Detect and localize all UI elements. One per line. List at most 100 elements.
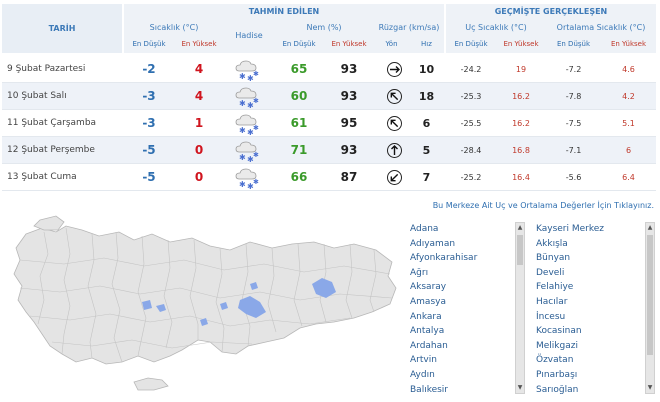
temp-min: -5 xyxy=(142,143,156,157)
table-row: 10 Şubat Salı -3 4 ✱ ✱ ✱ 60 93 18 -25.3 16.2 -7.8 4.… xyxy=(2,83,656,110)
history-ort-min: -7.2 xyxy=(565,65,582,74)
header-ort-max: En Yüksek xyxy=(610,40,647,48)
humidity-min: 66 xyxy=(290,170,308,184)
header-sic-min: En Düşük xyxy=(132,40,166,48)
province-item[interactable]: Ardahan xyxy=(410,339,477,354)
city-lists: Adana Adıyaman Afyonkarahisar Ağrı Aksaray Am… xyxy=(408,222,656,402)
header-tahmin: TAHMİN EDİLEN xyxy=(248,7,320,16)
header-ort-min: En Düşük xyxy=(556,40,591,48)
turkey-map[interactable] xyxy=(4,214,402,402)
temp-min: -3 xyxy=(142,116,156,130)
scroll-thumb[interactable] xyxy=(647,235,653,355)
district-scrollbar[interactable]: ▲ ▼ xyxy=(645,222,655,394)
humidity-min: 60 xyxy=(290,89,308,103)
scroll-thumb[interactable] xyxy=(517,235,523,265)
humidity-max: 93 xyxy=(340,89,358,103)
table-row: 9 Şubat Pazartesi -2 4 ✱ ✱ ✱ 65 93 10 -24.2 19 -7.2… xyxy=(2,56,656,83)
day-label: 10 Şubat Salı xyxy=(7,91,67,101)
district-item[interactable]: Akkışla xyxy=(536,237,604,252)
province-scrollbar[interactable]: ▲ ▼ xyxy=(515,222,525,394)
district-item[interactable]: Bünyan xyxy=(536,251,604,266)
province-list[interactable]: Adana Adıyaman Afyonkarahisar Ağrı Aksaray Am… xyxy=(410,222,477,397)
wind-speed: 5 xyxy=(422,144,431,157)
snow-cloud-icon: ✱ ✱ ✱ xyxy=(235,60,259,82)
province-item[interactable]: Aydın xyxy=(410,368,477,383)
history-uc-max: 19 xyxy=(515,65,527,74)
humidity-max: 93 xyxy=(340,62,358,76)
district-item[interactable]: Felahiye xyxy=(536,280,604,295)
header-nem-max: En Yüksek xyxy=(331,40,367,48)
wind-speed: 6 xyxy=(422,117,431,130)
svg-text:✱: ✱ xyxy=(253,97,259,105)
svg-text:✱: ✱ xyxy=(239,180,246,189)
district-list[interactable]: Kayseri Merkez Akkışla Bünyan Develi Felahiy… xyxy=(536,222,604,397)
svg-text:✱: ✱ xyxy=(253,124,259,132)
snow-cloud-icon: ✱ ✱ ✱ xyxy=(235,168,259,190)
province-item[interactable]: Ağrı xyxy=(410,266,477,281)
district-item[interactable]: İncesu xyxy=(536,310,604,325)
history-ort-max: 4.2 xyxy=(622,92,635,101)
district-item[interactable]: Pınarbaşı xyxy=(536,368,604,383)
history-uc-min: -25.2 xyxy=(460,173,482,182)
history-uc-min: -28.4 xyxy=(460,146,482,155)
svg-text:✱: ✱ xyxy=(253,70,259,78)
history-ort-max: 4.6 xyxy=(622,65,635,74)
header-sicaklik: Sıcaklık (°C) xyxy=(149,23,199,32)
svg-text:✱: ✱ xyxy=(239,72,246,81)
history-ort-min: -7.1 xyxy=(565,146,582,155)
wind-speed: 7 xyxy=(422,171,431,184)
province-item[interactable]: Ankara xyxy=(410,310,477,325)
wind-speed: 10 xyxy=(418,63,435,76)
history-ort-min: -5.6 xyxy=(565,173,582,182)
header-sic-max: En Yüksek xyxy=(181,40,217,48)
scroll-down-icon[interactable]: ▼ xyxy=(646,383,654,393)
history-ort-max: 6.4 xyxy=(622,173,635,182)
district-item[interactable]: Sarıoğlan xyxy=(536,383,604,398)
humidity-min: 71 xyxy=(290,143,308,157)
scroll-up-icon[interactable]: ▲ xyxy=(646,223,654,233)
day-label: 12 Şubat Perşembe xyxy=(7,145,95,155)
header-ortalama-sicaklik: Ortalama Sıcaklık (°C) xyxy=(556,23,646,32)
province-item[interactable]: Adıyaman xyxy=(410,237,477,252)
humidity-max: 87 xyxy=(340,170,358,184)
province-item[interactable]: Artvin xyxy=(410,353,477,368)
snow-cloud-icon: ✱ ✱ ✱ xyxy=(235,141,259,163)
history-uc-min: -25.5 xyxy=(460,119,482,128)
header-gecmiste: GEÇMİŞTE GERÇEKLEŞEN xyxy=(494,7,608,16)
temp-min: -2 xyxy=(142,62,156,76)
wind-direction-icon xyxy=(387,143,402,158)
averages-link[interactable]: Bu Merkeze Ait Uç ve Ortalama Değerler İ… xyxy=(433,201,654,210)
province-item[interactable]: Aksaray xyxy=(410,280,477,295)
province-item[interactable]: Adana xyxy=(410,222,477,237)
district-item[interactable]: Kocasinan xyxy=(536,324,604,339)
header-hadise: Hadise xyxy=(235,31,263,40)
history-uc-max: 16.2 xyxy=(512,92,530,101)
wind-direction-icon xyxy=(387,170,402,185)
district-item[interactable]: Melikgazi xyxy=(536,339,604,354)
temp-max: 4 xyxy=(194,62,204,76)
province-item[interactable]: Balıkesir xyxy=(410,383,477,398)
header-ruzgar: Rüzgar (km/sa) xyxy=(378,23,440,32)
history-ort-max: 6 xyxy=(625,146,632,155)
district-item[interactable]: Kayseri Merkez xyxy=(536,222,604,237)
scroll-down-icon[interactable]: ▼ xyxy=(516,383,524,393)
district-item[interactable]: Hacılar xyxy=(536,295,604,310)
scroll-up-icon[interactable]: ▲ xyxy=(516,223,524,233)
wind-speed: 18 xyxy=(418,90,435,103)
table-row: 12 Şubat Perşembe -5 0 ✱ ✱ ✱ 71 93 5 -28.4 16.8 -7.… xyxy=(2,137,656,164)
temp-max: 0 xyxy=(194,143,204,157)
humidity-min: 65 xyxy=(290,62,308,76)
district-item[interactable]: Özvatan xyxy=(536,353,604,368)
province-item[interactable]: Antalya xyxy=(410,324,477,339)
district-item[interactable]: Develi xyxy=(536,266,604,281)
wind-direction-icon xyxy=(387,62,402,77)
history-ort-min: -7.5 xyxy=(565,119,582,128)
history-ort-max: 5.1 xyxy=(622,119,635,128)
table-row: 11 Şubat Çarşamba -3 1 ✱ ✱ ✱ 61 95 6 -25.5 16.2 -7.… xyxy=(2,110,656,137)
header-nem: Nem (%) xyxy=(306,23,342,32)
temp-max: 1 xyxy=(194,116,204,130)
province-item[interactable]: Afyonkarahisar xyxy=(410,251,477,266)
day-label: 13 Şubat Cuma xyxy=(7,172,77,182)
humidity-max: 95 xyxy=(340,116,358,130)
province-item[interactable]: Amasya xyxy=(410,295,477,310)
